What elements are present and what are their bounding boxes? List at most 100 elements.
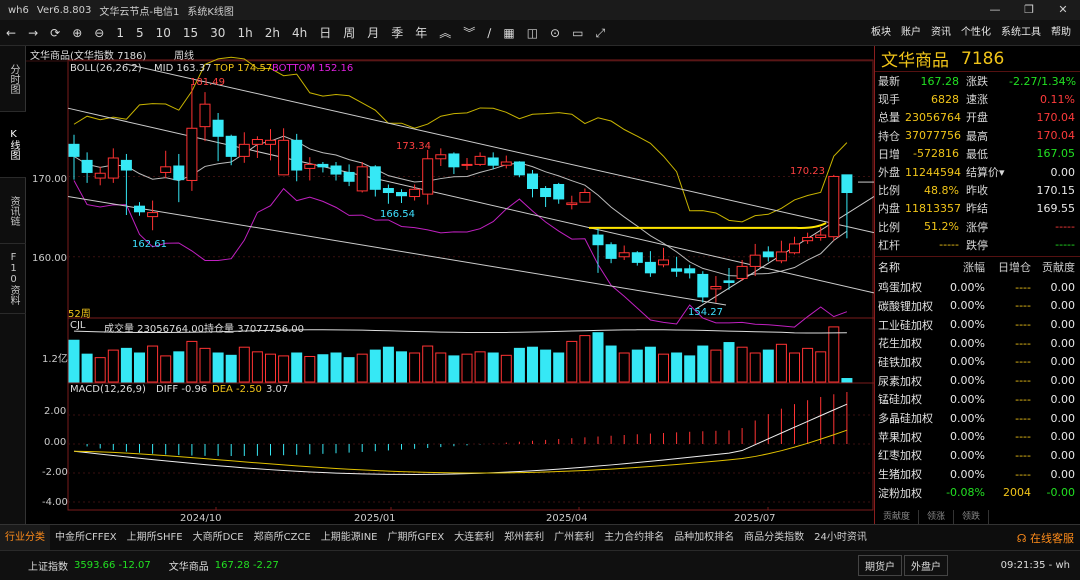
- status-bar: 上证指数 3593.66 -12.07 文华商品 167.28 -2.27 期货…: [0, 550, 1080, 580]
- indicator-icon[interactable]: ◫: [521, 20, 544, 46]
- sector-change: 0.00%: [950, 411, 985, 425]
- macd-tick: 0.00: [44, 437, 67, 448]
- sector-oi-change: ----: [1015, 374, 1031, 388]
- draw-line-icon[interactable]: ∕: [481, 20, 497, 46]
- futures-account-button[interactable]: 期货户: [858, 555, 902, 576]
- period-10[interactable]: 10: [150, 20, 177, 46]
- candle-body: [396, 192, 407, 197]
- zoom-out-icon[interactable]: ⊖: [88, 20, 110, 46]
- table-row[interactable]: 锰硅加权 0.00% ---- 0.00: [875, 390, 1080, 409]
- tab-commodity-index[interactable]: 商品分类指数: [739, 525, 809, 551]
- open-interest-value: 持仓量 37077756.00: [204, 324, 304, 335]
- menu-sector[interactable]: 板块: [866, 20, 896, 46]
- tab-24h-news[interactable]: 24小时资讯: [809, 525, 872, 551]
- quote-value: 51.2%: [924, 220, 959, 234]
- tab-cffex[interactable]: 中金所CFFEX: [50, 525, 122, 551]
- period-30[interactable]: 30: [204, 20, 231, 46]
- period-15[interactable]: 15: [177, 20, 204, 46]
- table-row[interactable]: 红枣加权 0.00% ---- 0.00: [875, 446, 1080, 465]
- tab-news-chain[interactable]: 资讯链: [0, 178, 26, 244]
- chart-area[interactable]: 文华商品(文华指数 7186) 周线 BOLL(26,26,2) MID 163…: [26, 46, 874, 524]
- menu-tools[interactable]: 系统工具: [996, 20, 1046, 46]
- quote-header: 文华商品 7186: [875, 46, 1080, 72]
- tab-weighted-rank[interactable]: 品种加权排名: [669, 525, 739, 551]
- volume-bar: [94, 357, 106, 383]
- tab-leading-up[interactable]: 领涨: [919, 510, 955, 524]
- candle-body: [147, 212, 159, 218]
- online-service-button[interactable]: ☊ 在线客服: [1017, 530, 1074, 546]
- kline-chart[interactable]: [26, 46, 874, 524]
- tab-ine[interactable]: 上期能源INE: [316, 525, 383, 551]
- tab-contribution[interactable]: 贡献度: [875, 510, 920, 524]
- annotation-162: 162.61: [132, 239, 167, 250]
- table-row[interactable]: 碳酸锂加权 0.00% ---- 0.00: [875, 297, 1080, 316]
- period-1[interactable]: 1: [110, 20, 130, 46]
- sector-name: 尿素加权: [878, 374, 922, 388]
- refresh-icon[interactable]: ⟳: [44, 20, 66, 46]
- volume-bar: [186, 340, 198, 383]
- expand-icon[interactable]: ⤢: [589, 20, 611, 46]
- tab-gfex[interactable]: 广期所GFEX: [383, 525, 450, 551]
- tab-f10[interactable]: F10资料: [0, 244, 26, 314]
- period-selector[interactable]: 周线: [174, 47, 194, 62]
- foreign-account-button[interactable]: 外盘户: [904, 555, 948, 576]
- table-row[interactable]: 工业硅加权 0.00% ---- 0.00: [875, 315, 1080, 334]
- menu-personalize[interactable]: 个性化: [956, 20, 996, 46]
- close-icon[interactable]: ✕: [1046, 0, 1080, 20]
- period-4h[interactable]: 4h: [286, 20, 313, 46]
- menu-help[interactable]: 帮助: [1046, 20, 1076, 46]
- menu-news[interactable]: 资讯: [926, 20, 956, 46]
- sector-name: 苹果加权: [878, 430, 922, 444]
- forward-arrow-icon[interactable]: →: [22, 20, 44, 46]
- tab-kline[interactable]: K线图: [0, 112, 26, 178]
- table-row[interactable]: 花生加权 0.00% ---- 0.00: [875, 334, 1080, 353]
- tab-dalian-arb[interactable]: 大连套利: [449, 525, 499, 551]
- table-row[interactable]: 淀粉加权 -0.08% 2004 -0.00: [875, 483, 1080, 502]
- table-row[interactable]: 多晶硅加权 0.00% ---- 0.00: [875, 409, 1080, 428]
- candle-body: [618, 252, 630, 258]
- col-change[interactable]: 涨幅: [939, 259, 985, 275]
- tab-main-contract-rank[interactable]: 主力合约排名: [599, 525, 669, 551]
- minimize-icon[interactable]: —: [978, 0, 1012, 20]
- volume-bar: [448, 355, 460, 383]
- tab-zhengzhou-arb[interactable]: 郑州套利: [499, 525, 549, 551]
- tab-czce[interactable]: 郑商所CZCE: [249, 525, 316, 551]
- restore-icon[interactable]: ❐: [1012, 0, 1046, 20]
- candle-body: [409, 188, 421, 198]
- period-quarter[interactable]: 季: [385, 20, 409, 46]
- tab-intraday[interactable]: 分时图: [0, 46, 26, 112]
- back-arrow-icon[interactable]: ←: [0, 20, 22, 46]
- col-name[interactable]: 名称: [875, 259, 939, 275]
- zoom-in-icon[interactable]: ⊕: [66, 20, 88, 46]
- table-row[interactable]: 鸡蛋加权 0.00% ---- 0.00: [875, 278, 1080, 297]
- tab-shfe[interactable]: 上期所SHFE: [122, 525, 188, 551]
- period-5[interactable]: 5: [130, 20, 150, 46]
- table-row[interactable]: 生猪加权 0.00% ---- 0.00: [875, 465, 1080, 484]
- period-1h[interactable]: 1h: [231, 20, 258, 46]
- grid-icon[interactable]: ▦: [497, 20, 520, 46]
- col-oi-change[interactable]: 日增仓: [985, 259, 1031, 275]
- settings-icon[interactable]: ⊙: [544, 20, 566, 46]
- chevron-down-icon[interactable]: ︾: [457, 20, 481, 46]
- col-contribution[interactable]: 贡献度: [1031, 259, 1079, 275]
- table-row[interactable]: 硅铁加权 0.00% ---- 0.00: [875, 353, 1080, 372]
- layout-icon[interactable]: ▭: [566, 20, 589, 46]
- chevron-up-icon[interactable]: ︽: [433, 20, 457, 46]
- table-row[interactable]: 苹果加权 0.00% ---- 0.00: [875, 427, 1080, 446]
- menu-account[interactable]: 账户: [896, 20, 926, 46]
- period-2h[interactable]: 2h: [259, 20, 286, 46]
- quote-row: 内盘 11813357 昨结 169.55: [875, 199, 1080, 217]
- tab-dce[interactable]: 大商所DCE: [188, 525, 249, 551]
- period-week[interactable]: 周: [337, 20, 361, 46]
- period-day[interactable]: 日: [313, 20, 337, 46]
- tab-industry[interactable]: 行业分类: [0, 524, 50, 551]
- tab-leading-down[interactable]: 领跌: [954, 510, 990, 524]
- boll-top: TOP 174.57: [214, 63, 273, 74]
- macd-tick: -4.00: [42, 497, 68, 508]
- period-year[interactable]: 年: [409, 20, 433, 46]
- period-month[interactable]: 月: [361, 20, 385, 46]
- table-row[interactable]: 尿素加权 0.00% ---- 0.00: [875, 371, 1080, 390]
- candle-body: [173, 165, 185, 181]
- candle-body: [120, 159, 132, 171]
- tab-guangzhou-arb[interactable]: 广州套利: [549, 525, 599, 551]
